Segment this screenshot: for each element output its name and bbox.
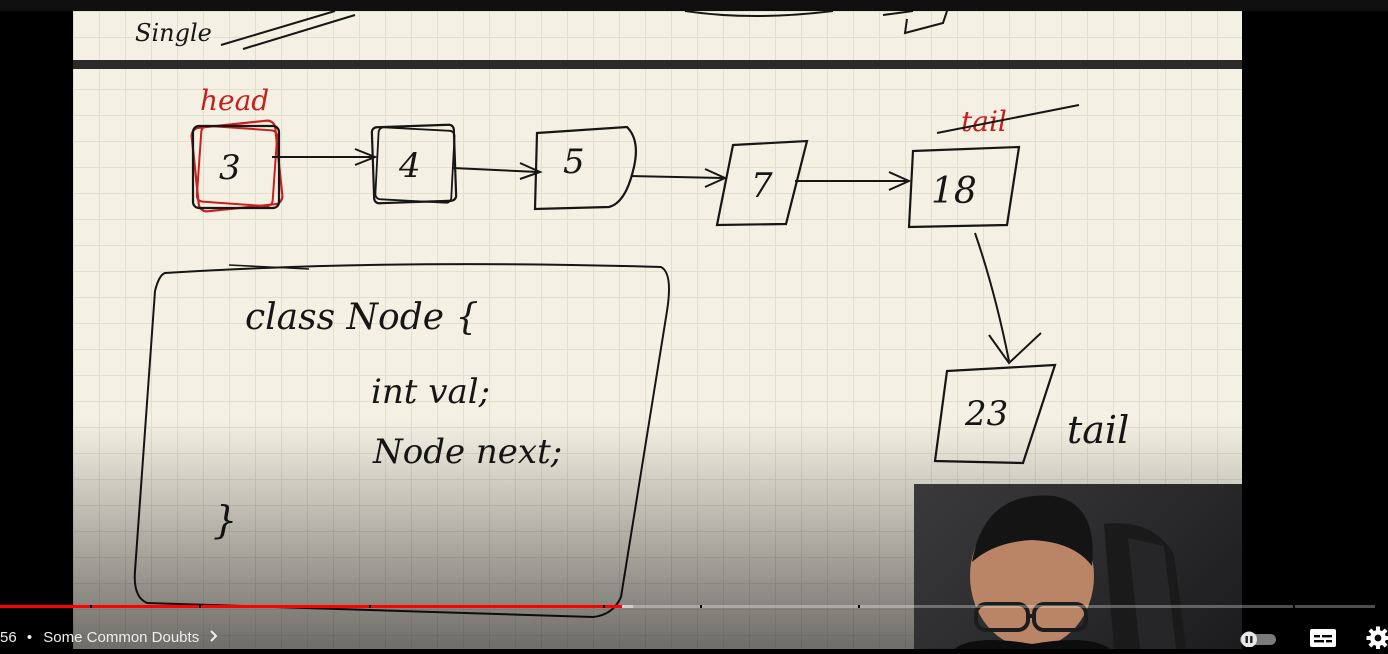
node-value-6: 23 — [964, 394, 1008, 434]
node-head: 3 — [191, 120, 283, 212]
new-tail-label: tail — [1067, 408, 1129, 452]
chapter-marker — [858, 605, 860, 608]
code-line-4: } — [213, 498, 237, 542]
node-3: 5 — [535, 127, 636, 209]
node-5: 18 — [909, 147, 1019, 227]
video-top-edge — [0, 0, 1388, 11]
settings-button[interactable] — [1366, 626, 1388, 649]
presenter-webcam — [914, 484, 1242, 649]
settings-gear-icon — [1366, 626, 1388, 649]
node-value-4: 7 — [751, 166, 773, 206]
node-6: 23 — [935, 365, 1055, 463]
time-display: 56 — [0, 629, 17, 646]
subtitles-icon — [1309, 628, 1337, 648]
chevron-right-icon — [209, 627, 218, 649]
chapter-marker — [603, 605, 605, 608]
chapter-marker — [700, 605, 702, 608]
node-value-5: 18 — [931, 171, 977, 212]
chapter-marker — [1293, 605, 1295, 608]
node-value-head: 3 — [219, 148, 241, 188]
head-label: head — [200, 84, 269, 117]
progress-played — [0, 605, 622, 608]
autoplay-toggle-icon — [1238, 631, 1278, 647]
code-line-1: class Node { — [245, 297, 478, 338]
node-value-2: 4 — [398, 146, 421, 186]
node-value-3: 5 — [563, 142, 585, 182]
subtitles-button[interactable] — [1309, 628, 1337, 648]
chapter-marker — [199, 605, 201, 608]
chapter-button[interactable]: 56 • Some Common Doubts — [0, 627, 218, 649]
autoplay-toggle[interactable] — [1238, 631, 1278, 647]
code-line-3: Node next; — [372, 432, 562, 472]
progress-bar[interactable] — [0, 605, 1375, 608]
chapter-marker — [369, 605, 371, 608]
chapter-separator: • — [27, 629, 32, 646]
top-fragment-text: Single — [135, 19, 212, 47]
node-2: 4 — [372, 125, 457, 204]
chapter-title: Some Common Doubts — [43, 629, 199, 646]
code-line-2: int val; — [371, 372, 490, 412]
chapter-marker — [90, 605, 92, 608]
presenter-image — [914, 484, 1242, 649]
node-4: 7 — [717, 141, 807, 225]
